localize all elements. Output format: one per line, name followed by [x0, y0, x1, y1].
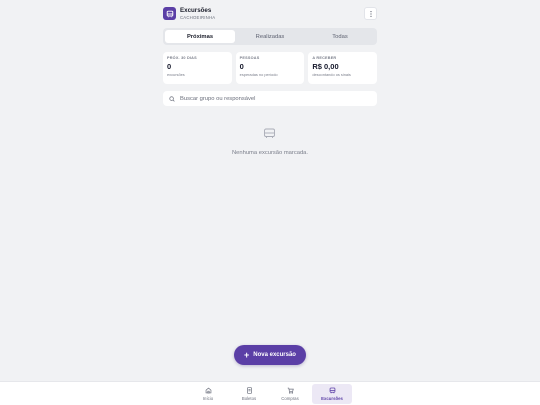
stat-note: descontando os sinais: [312, 72, 351, 77]
new-excursion-button[interactable]: + Nova excursão: [234, 345, 306, 365]
search-icon: [169, 95, 175, 102]
more-menu-button[interactable]: [364, 7, 377, 20]
receipt-icon: [246, 387, 252, 394]
stat-card-people: PESSOAS 0 esperadas no período: [235, 52, 305, 84]
nav-label: Boletos: [241, 395, 257, 401]
bus-icon: [163, 7, 176, 20]
page-subtitle: CACHOEIRINHA: [180, 15, 216, 20]
page-title: Excursões: [180, 7, 212, 14]
bus-icon: [264, 128, 275, 138]
stat-value: 0: [239, 62, 244, 71]
stat-card-receivable: A RECEBER R$ 0,00 descontando os sinais: [308, 52, 378, 84]
stat-value: R$ 0,00: [312, 62, 339, 71]
tab-realizadas[interactable]: Realizadas: [235, 30, 305, 43]
stat-label: PESSOAS: [239, 56, 260, 60]
nav-label: Excursões: [321, 395, 343, 401]
nav-label: Início: [202, 395, 214, 401]
new-excursion-label: Nova excursão: [253, 352, 296, 358]
more-vertical-icon: [369, 10, 372, 17]
search-bar: [163, 91, 377, 106]
home-icon: [205, 387, 211, 394]
cart-icon: [287, 387, 294, 394]
stats-row: PRÓX. 30 DIAS 0 excursões PESSOAS 0 espe…: [163, 52, 378, 84]
plus-icon: +: [244, 349, 250, 360]
header: Excursões CACHOEIRINHA: [163, 7, 377, 23]
search-input[interactable]: [180, 95, 370, 102]
nav-item-excursoes[interactable]: Excursões: [312, 384, 352, 404]
filter-tabs: Próximas Realizadas Todas: [163, 28, 377, 45]
stat-label: A RECEBER: [312, 56, 337, 60]
empty-state-message: Nenhuma excursão marcada.: [231, 150, 309, 156]
stat-card-next-30-days: PRÓX. 30 DIAS 0 excursões: [163, 52, 232, 84]
tab-todas[interactable]: Todas: [305, 30, 375, 43]
stat-label: PRÓX. 30 DIAS: [167, 56, 197, 60]
stat-value: 0: [167, 62, 172, 71]
bottom-nav: Início Boletos Compras Excursões: [0, 381, 540, 405]
nav-item-inicio[interactable]: Início: [188, 384, 228, 404]
nav-label: Compras: [281, 395, 299, 401]
nav-item-compras[interactable]: Compras: [270, 384, 310, 404]
tab-proximas[interactable]: Próximas: [165, 30, 235, 43]
nav-item-boletos[interactable]: Boletos: [229, 384, 269, 404]
stat-note: esperadas no período: [239, 72, 278, 77]
bus-icon: [329, 387, 335, 394]
stat-note: excursões: [167, 72, 185, 77]
